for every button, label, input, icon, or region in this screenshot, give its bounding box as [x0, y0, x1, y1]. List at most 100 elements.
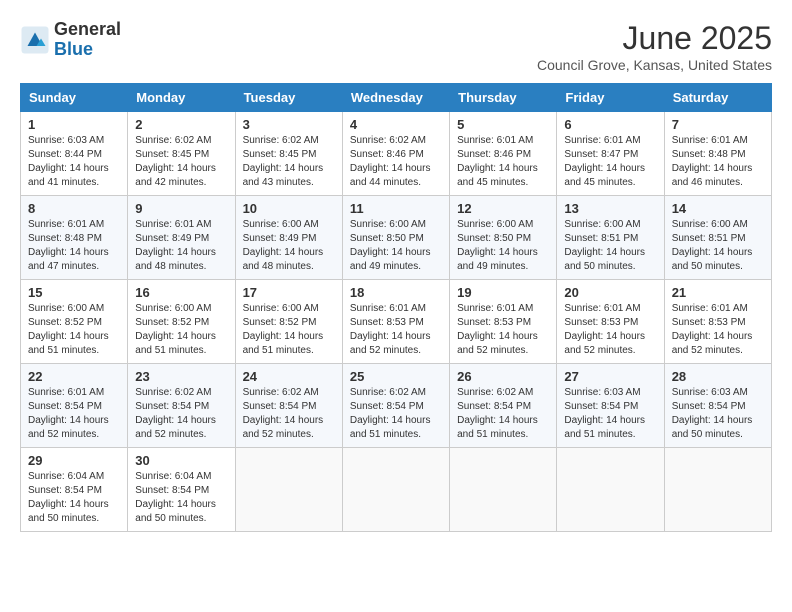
calendar-cell: 11 Sunrise: 6:00 AMSunset: 8:50 PMDaylig…: [342, 196, 449, 280]
calendar-week-row: 22 Sunrise: 6:01 AMSunset: 8:54 PMDaylig…: [21, 364, 772, 448]
day-info: Sunrise: 6:04 AMSunset: 8:54 PMDaylight:…: [135, 471, 216, 524]
calendar-cell: 20 Sunrise: 6:01 AMSunset: 8:53 PMDaylig…: [557, 280, 664, 364]
calendar-cell: 30 Sunrise: 6:04 AMSunset: 8:54 PMDaylig…: [128, 448, 235, 532]
calendar-cell: 29 Sunrise: 6:04 AMSunset: 8:54 PMDaylig…: [21, 448, 128, 532]
calendar-day-header: Monday: [128, 84, 235, 112]
calendar-cell: 27 Sunrise: 6:03 AMSunset: 8:54 PMDaylig…: [557, 364, 664, 448]
calendar-cell: 19 Sunrise: 6:01 AMSunset: 8:53 PMDaylig…: [450, 280, 557, 364]
logo-blue-text: Blue: [54, 40, 121, 60]
day-info: Sunrise: 6:01 AMSunset: 8:53 PMDaylight:…: [672, 303, 753, 356]
day-info: Sunrise: 6:00 AMSunset: 8:52 PMDaylight:…: [243, 303, 324, 356]
logo-icon: [20, 25, 50, 55]
day-number: 28: [672, 369, 764, 384]
day-info: Sunrise: 6:02 AMSunset: 8:45 PMDaylight:…: [135, 135, 216, 188]
day-number: 7: [672, 117, 764, 132]
day-number: 25: [350, 369, 442, 384]
calendar-cell: 23 Sunrise: 6:02 AMSunset: 8:54 PMDaylig…: [128, 364, 235, 448]
logo-general-text: General: [54, 20, 121, 40]
day-info: Sunrise: 6:02 AMSunset: 8:46 PMDaylight:…: [350, 135, 431, 188]
day-number: 19: [457, 285, 549, 300]
day-info: Sunrise: 6:00 AMSunset: 8:49 PMDaylight:…: [243, 219, 324, 272]
calendar-cell: 14 Sunrise: 6:00 AMSunset: 8:51 PMDaylig…: [664, 196, 771, 280]
day-info: Sunrise: 6:01 AMSunset: 8:48 PMDaylight:…: [28, 219, 109, 272]
calendar-day-header: Sunday: [21, 84, 128, 112]
day-number: 30: [135, 453, 227, 468]
day-number: 5: [457, 117, 549, 132]
calendar-cell: 10 Sunrise: 6:00 AMSunset: 8:49 PMDaylig…: [235, 196, 342, 280]
page-header: General Blue June 2025 Council Grove, Ka…: [20, 20, 772, 73]
day-number: 8: [28, 201, 120, 216]
calendar-week-row: 8 Sunrise: 6:01 AMSunset: 8:48 PMDayligh…: [21, 196, 772, 280]
calendar-cell: 16 Sunrise: 6:00 AMSunset: 8:52 PMDaylig…: [128, 280, 235, 364]
day-info: Sunrise: 6:00 AMSunset: 8:51 PMDaylight:…: [564, 219, 645, 272]
day-number: 6: [564, 117, 656, 132]
day-info: Sunrise: 6:01 AMSunset: 8:54 PMDaylight:…: [28, 387, 109, 440]
day-number: 27: [564, 369, 656, 384]
day-number: 1: [28, 117, 120, 132]
calendar-day-header: Thursday: [450, 84, 557, 112]
calendar-cell: [557, 448, 664, 532]
calendar-table: SundayMondayTuesdayWednesdayThursdayFrid…: [20, 83, 772, 532]
calendar-cell: 2 Sunrise: 6:02 AMSunset: 8:45 PMDayligh…: [128, 112, 235, 196]
day-number: 23: [135, 369, 227, 384]
calendar-cell: [450, 448, 557, 532]
day-number: 29: [28, 453, 120, 468]
day-info: Sunrise: 6:00 AMSunset: 8:52 PMDaylight:…: [135, 303, 216, 356]
calendar-cell: 24 Sunrise: 6:02 AMSunset: 8:54 PMDaylig…: [235, 364, 342, 448]
calendar-cell: 21 Sunrise: 6:01 AMSunset: 8:53 PMDaylig…: [664, 280, 771, 364]
calendar-cell: 4 Sunrise: 6:02 AMSunset: 8:46 PMDayligh…: [342, 112, 449, 196]
day-info: Sunrise: 6:01 AMSunset: 8:53 PMDaylight:…: [350, 303, 431, 356]
calendar-cell: 3 Sunrise: 6:02 AMSunset: 8:45 PMDayligh…: [235, 112, 342, 196]
calendar-cell: [664, 448, 771, 532]
day-info: Sunrise: 6:00 AMSunset: 8:50 PMDaylight:…: [457, 219, 538, 272]
day-info: Sunrise: 6:01 AMSunset: 8:53 PMDaylight:…: [457, 303, 538, 356]
day-info: Sunrise: 6:02 AMSunset: 8:54 PMDaylight:…: [243, 387, 324, 440]
calendar-cell: 22 Sunrise: 6:01 AMSunset: 8:54 PMDaylig…: [21, 364, 128, 448]
calendar-cell: 17 Sunrise: 6:00 AMSunset: 8:52 PMDaylig…: [235, 280, 342, 364]
logo: General Blue: [20, 20, 121, 60]
calendar-cell: [342, 448, 449, 532]
day-number: 2: [135, 117, 227, 132]
day-info: Sunrise: 6:03 AMSunset: 8:54 PMDaylight:…: [672, 387, 753, 440]
month-title: June 2025: [537, 20, 772, 57]
calendar-cell: 28 Sunrise: 6:03 AMSunset: 8:54 PMDaylig…: [664, 364, 771, 448]
calendar-cell: 18 Sunrise: 6:01 AMSunset: 8:53 PMDaylig…: [342, 280, 449, 364]
day-number: 24: [243, 369, 335, 384]
calendar-cell: 9 Sunrise: 6:01 AMSunset: 8:49 PMDayligh…: [128, 196, 235, 280]
calendar-day-header: Wednesday: [342, 84, 449, 112]
calendar-cell: 15 Sunrise: 6:00 AMSunset: 8:52 PMDaylig…: [21, 280, 128, 364]
day-number: 22: [28, 369, 120, 384]
calendar-day-header: Friday: [557, 84, 664, 112]
logo-text: General Blue: [54, 20, 121, 60]
day-number: 3: [243, 117, 335, 132]
day-number: 20: [564, 285, 656, 300]
title-block: June 2025 Council Grove, Kansas, United …: [537, 20, 772, 73]
calendar-cell: 7 Sunrise: 6:01 AMSunset: 8:48 PMDayligh…: [664, 112, 771, 196]
calendar-cell: 1 Sunrise: 6:03 AMSunset: 8:44 PMDayligh…: [21, 112, 128, 196]
calendar-cell: 6 Sunrise: 6:01 AMSunset: 8:47 PMDayligh…: [557, 112, 664, 196]
day-number: 16: [135, 285, 227, 300]
day-info: Sunrise: 6:02 AMSunset: 8:54 PMDaylight:…: [457, 387, 538, 440]
day-number: 11: [350, 201, 442, 216]
calendar-day-header: Saturday: [664, 84, 771, 112]
day-number: 13: [564, 201, 656, 216]
day-info: Sunrise: 6:03 AMSunset: 8:54 PMDaylight:…: [564, 387, 645, 440]
location: Council Grove, Kansas, United States: [537, 57, 772, 73]
day-info: Sunrise: 6:00 AMSunset: 8:52 PMDaylight:…: [28, 303, 109, 356]
day-info: Sunrise: 6:01 AMSunset: 8:47 PMDaylight:…: [564, 135, 645, 188]
day-number: 26: [457, 369, 549, 384]
calendar-cell: 12 Sunrise: 6:00 AMSunset: 8:50 PMDaylig…: [450, 196, 557, 280]
calendar-week-row: 29 Sunrise: 6:04 AMSunset: 8:54 PMDaylig…: [21, 448, 772, 532]
calendar-header-row: SundayMondayTuesdayWednesdayThursdayFrid…: [21, 84, 772, 112]
day-number: 15: [28, 285, 120, 300]
calendar-cell: 26 Sunrise: 6:02 AMSunset: 8:54 PMDaylig…: [450, 364, 557, 448]
day-info: Sunrise: 6:01 AMSunset: 8:49 PMDaylight:…: [135, 219, 216, 272]
day-info: Sunrise: 6:03 AMSunset: 8:44 PMDaylight:…: [28, 135, 109, 188]
calendar-cell: [235, 448, 342, 532]
day-number: 17: [243, 285, 335, 300]
calendar-week-row: 15 Sunrise: 6:00 AMSunset: 8:52 PMDaylig…: [21, 280, 772, 364]
day-info: Sunrise: 6:02 AMSunset: 8:54 PMDaylight:…: [135, 387, 216, 440]
day-info: Sunrise: 6:01 AMSunset: 8:48 PMDaylight:…: [672, 135, 753, 188]
calendar-cell: 5 Sunrise: 6:01 AMSunset: 8:46 PMDayligh…: [450, 112, 557, 196]
day-info: Sunrise: 6:02 AMSunset: 8:54 PMDaylight:…: [350, 387, 431, 440]
